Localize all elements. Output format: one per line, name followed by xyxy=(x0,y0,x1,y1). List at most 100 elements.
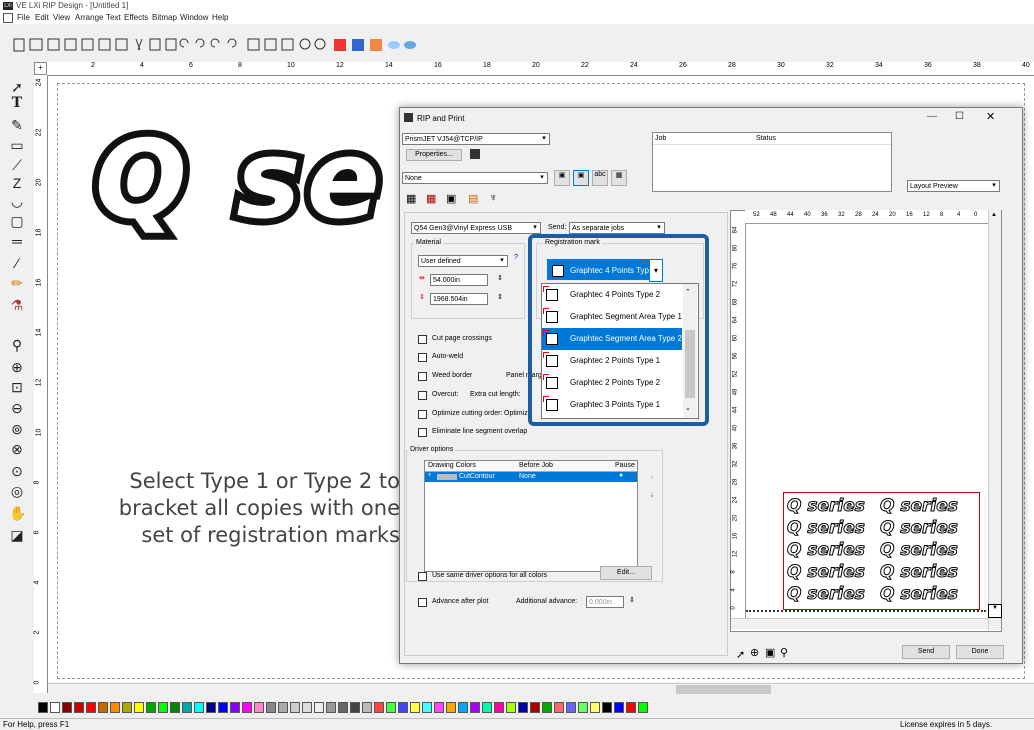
color-swatch[interactable] xyxy=(494,702,504,713)
zoom-100-icon[interactable]: ◎ xyxy=(9,483,25,499)
preview-job-copy[interactable]: Q series xyxy=(880,518,959,539)
scroll-down-icon[interactable]: ▼ xyxy=(988,604,1002,618)
minimize-icon[interactable]: — xyxy=(927,111,937,122)
color-swatch[interactable] xyxy=(62,702,72,713)
color-swatch[interactable] xyxy=(614,702,624,713)
color-swatch[interactable] xyxy=(362,702,372,713)
pointer-icon[interactable]: ➚ xyxy=(9,79,25,95)
preview-vscroll[interactable] xyxy=(988,210,1001,630)
same-options-checkbox[interactable] xyxy=(418,572,427,581)
color-swatch[interactable] xyxy=(626,702,636,713)
optimize-order-checkbox[interactable] xyxy=(418,410,427,419)
save-icon[interactable]: ▣ xyxy=(554,170,570,186)
edit-button[interactable]: Edit... xyxy=(600,566,652,580)
menu-effects[interactable]: Effects xyxy=(124,13,148,22)
fill-swatch-icon[interactable]: ◪ xyxy=(9,527,25,543)
preview-hscroll[interactable] xyxy=(731,618,988,629)
color-swatch[interactable] xyxy=(254,702,264,713)
length-spin[interactable]: ⇕ xyxy=(497,293,503,301)
color-swatch[interactable] xyxy=(638,702,648,713)
eliminate-overlap-checkbox[interactable] xyxy=(418,428,427,437)
color-swatch[interactable] xyxy=(602,702,612,713)
color-swatch[interactable] xyxy=(146,702,156,713)
color-swatch[interactable] xyxy=(242,702,252,713)
driver-colors-table[interactable]: Drawing Colors Before Job Pause ♆ CutCon… xyxy=(424,460,638,572)
scroll-thumb[interactable] xyxy=(676,685,771,694)
color-swatch[interactable] xyxy=(266,702,276,713)
width-input[interactable]: 54.000in xyxy=(430,274,488,286)
maximize-icon[interactable]: ☐ xyxy=(955,111,964,122)
preview-select[interactable]: Layout Preview ▾ xyxy=(907,180,1000,192)
color-swatch[interactable] xyxy=(458,702,468,713)
fill-icon[interactable]: ⚗ xyxy=(9,297,25,313)
color-swatch[interactable] xyxy=(182,702,192,713)
preview-job-copy[interactable]: Q series xyxy=(880,584,959,605)
color-swatch[interactable] xyxy=(110,702,120,713)
weed-border-checkbox[interactable] xyxy=(418,372,427,381)
printer-select[interactable]: PrismJET VJ54@TCP/IP ▾ xyxy=(402,133,550,145)
queue-select[interactable]: None ▾ xyxy=(402,172,548,184)
color-swatch[interactable] xyxy=(578,702,588,713)
ruler-corner[interactable]: + xyxy=(34,62,47,75)
color-swatch[interactable] xyxy=(218,702,228,713)
zoom-tool-icon[interactable]: ⚲ xyxy=(9,337,25,353)
color-swatch[interactable] xyxy=(206,702,216,713)
color-swatch[interactable] xyxy=(326,702,336,713)
doc-menu-icon[interactable] xyxy=(3,13,13,23)
horizontal-scrollbar[interactable] xyxy=(48,683,1034,696)
move-down-icon[interactable]: ⇣ xyxy=(649,491,655,499)
color-swatch[interactable] xyxy=(410,702,420,713)
menu-bitmap[interactable]: Bitmap xyxy=(152,13,177,22)
color-swatch[interactable] xyxy=(554,702,564,713)
pan-icon[interactable]: ✋ xyxy=(9,505,26,521)
auto-weld-checkbox[interactable] xyxy=(418,353,427,362)
preview-zoom-page-icon[interactable]: ▣ xyxy=(765,646,775,659)
preview-job-copy[interactable]: Q series xyxy=(880,540,959,561)
color-swatch[interactable] xyxy=(230,702,240,713)
length-input[interactable]: 1968.504in xyxy=(430,293,488,305)
preview-zoom-in-icon[interactable]: ⊕ xyxy=(750,646,759,659)
overcut-checkbox[interactable] xyxy=(418,391,427,400)
advance-checkbox[interactable] xyxy=(418,598,427,607)
menu-edit[interactable]: Edit xyxy=(35,13,49,22)
cut-page-crossings-checkbox[interactable] xyxy=(418,335,427,344)
table-row[interactable]: ♆ CutContour None ● xyxy=(425,472,637,482)
color-swatch[interactable] xyxy=(122,702,132,713)
color-swatch[interactable] xyxy=(530,702,540,713)
color-swatch[interactable] xyxy=(434,702,444,713)
send-select[interactable]: As separate jobs ▾ xyxy=(569,222,665,234)
color-swatch[interactable] xyxy=(386,702,396,713)
tab-icons[interactable]: ▦ ▦ ▣ ▤ ♆ xyxy=(406,192,526,206)
rectangle-icon[interactable]: ▭ xyxy=(9,137,25,153)
color-swatch[interactable] xyxy=(290,702,300,713)
color-swatch[interactable] xyxy=(302,702,312,713)
color-swatch[interactable] xyxy=(86,702,96,713)
save-as-icon[interactable]: ▣ xyxy=(573,170,589,186)
menu-file[interactable]: File xyxy=(17,13,30,22)
color-swatch[interactable] xyxy=(194,702,204,713)
node-icon[interactable]: ⟋ xyxy=(9,157,25,173)
color-swatch[interactable] xyxy=(278,702,288,713)
color-swatch[interactable] xyxy=(134,702,144,713)
material-select[interactable]: User defined ▾ xyxy=(418,255,508,267)
zoom-all-icon[interactable]: ⊗ xyxy=(9,441,25,457)
preview-job-copy[interactable]: Q series xyxy=(787,540,866,561)
material-help-icon[interactable]: ? xyxy=(514,254,518,261)
job-list[interactable]: Job Status xyxy=(652,132,892,192)
properties-button[interactable]: Properties... xyxy=(406,149,462,161)
color-swatch[interactable] xyxy=(50,702,60,713)
width-spin[interactable]: ⇕ xyxy=(497,274,503,282)
color-swatch[interactable] xyxy=(350,702,360,713)
color-swatch[interactable] xyxy=(446,702,456,713)
preview-job-copy[interactable]: Q series xyxy=(787,496,866,517)
menu-arrange[interactable]: Arrange xyxy=(75,13,103,22)
color-swatch[interactable] xyxy=(98,702,108,713)
color-swatch[interactable] xyxy=(482,702,492,713)
additional-advance-input[interactable]: 0.000in xyxy=(586,596,624,608)
color-swatch[interactable] xyxy=(158,702,168,713)
preview-job-copy[interactable]: Q series xyxy=(787,518,866,539)
color-swatch[interactable] xyxy=(314,702,324,713)
zoom-page-icon[interactable]: ⊡ xyxy=(9,379,25,395)
menu-text[interactable]: Text xyxy=(106,13,121,22)
preview-job-copy[interactable]: Q series xyxy=(880,496,959,517)
